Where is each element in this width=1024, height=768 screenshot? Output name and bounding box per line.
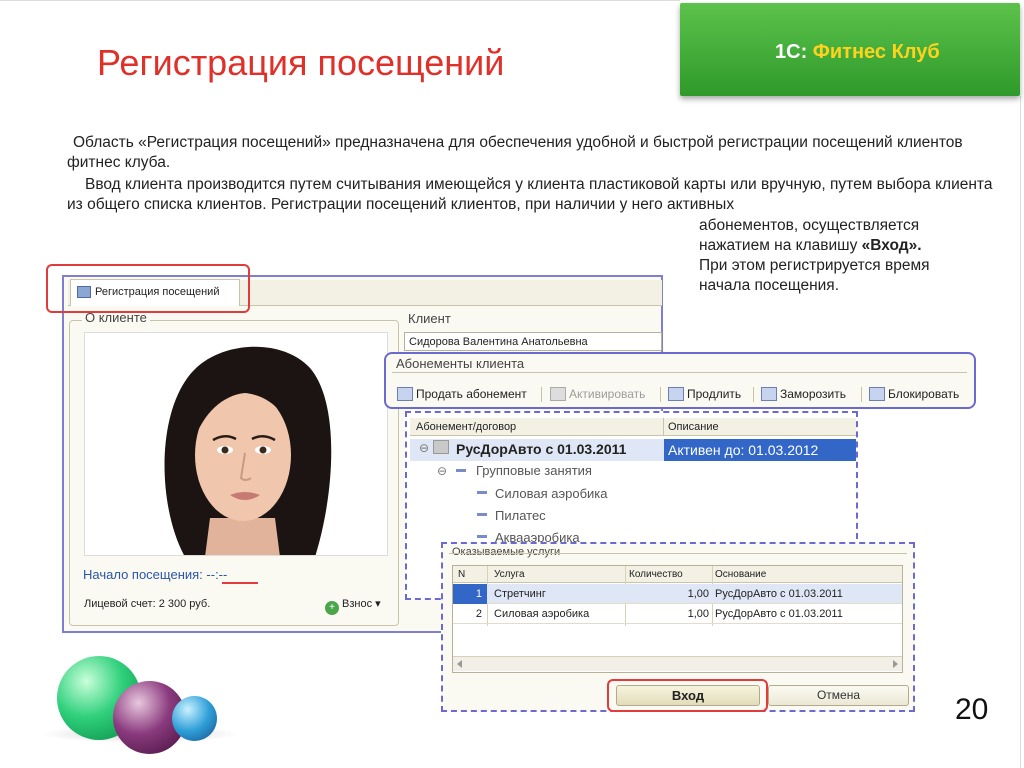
subscriptions-divider — [392, 372, 967, 373]
vznos-button[interactable]: + Взнос ▾ — [325, 597, 381, 615]
dash-icon — [477, 491, 487, 494]
slide-title: Регистрация посещений — [97, 42, 505, 83]
column-n: N — [458, 569, 466, 580]
dash-icon — [456, 469, 466, 472]
dash-icon — [477, 535, 487, 538]
brand-banner: 1С: Фитнес Клуб — [680, 3, 1020, 96]
toolbar-separator — [753, 387, 754, 402]
activate-button[interactable]: Активировать — [550, 386, 645, 404]
cancel-button[interactable]: Отмена — [768, 685, 909, 706]
freeze-icon — [761, 387, 777, 401]
tab-highlight — [46, 264, 250, 313]
activate-icon — [550, 387, 566, 401]
tree-item[interactable]: Силовая аэробика — [495, 486, 608, 501]
scroll-left-icon[interactable] — [457, 660, 462, 668]
table-row[interactable]: 1 Стретчинг 1,00 РусДорАвто с 01.03.2011 — [453, 584, 902, 604]
visit-start-highlight — [222, 582, 258, 584]
tree-header: Абонемент/договор Описание — [410, 418, 856, 436]
scroll-right-icon[interactable] — [893, 660, 898, 668]
collapse-icon[interactable]: ⊖ — [437, 464, 447, 478]
services-divider — [449, 553, 907, 554]
block-button[interactable]: Блокировать — [869, 386, 959, 404]
extend-icon — [668, 387, 684, 401]
client-label: Клиент — [408, 311, 451, 326]
right-rule — [1020, 96, 1021, 768]
collapse-icon[interactable]: ⊖ — [419, 441, 429, 455]
client-field[interactable]: Сидорова Валентина Анатольевна — [404, 332, 662, 351]
subscriptions-label: Абонементы клиента — [396, 356, 525, 371]
visit-start-value: --:-- — [206, 567, 228, 582]
table-row[interactable]: 2 Силовая аэробика 1,00 РусДорАвто с 01.… — [453, 604, 902, 624]
document-icon — [433, 440, 449, 454]
horizontal-scrollbar[interactable] — [453, 656, 902, 671]
extend-button[interactable]: Продлить — [668, 386, 741, 404]
block-icon — [869, 387, 885, 401]
freeze-button[interactable]: Заморозить — [761, 386, 846, 404]
toolbar-separator — [541, 387, 542, 402]
column-quantity: Количество — [629, 569, 683, 580]
sell-subscription-button[interactable]: Продать абонемент — [397, 386, 527, 404]
column-subscription: Абонемент/договор — [416, 421, 517, 433]
top-rule — [0, 0, 680, 1]
page-number: 20 — [955, 693, 989, 726]
column-description: Описание — [668, 421, 719, 433]
column-service: Услуга — [494, 569, 525, 580]
paragraph-intro: Область «Регистрация посещений» предназн… — [67, 134, 963, 171]
sell-icon — [397, 387, 413, 401]
services-label: Оказываемые услуги — [452, 546, 561, 558]
enter-button-highlight — [607, 679, 768, 712]
blue-fitball — [172, 696, 217, 741]
brand-text: 1С: Фитнес Клуб — [775, 41, 940, 63]
subscription-status: Активен до: 01.03.2012 — [664, 439, 856, 461]
account-balance: Лицевой счет: 2 300 руб. — [84, 598, 211, 610]
dash-icon — [477, 513, 487, 516]
visit-start: Начало посещения: --:-- — [83, 567, 228, 582]
paragraph-enter: абонементов, осуществляется нажатием на … — [699, 217, 930, 294]
plus-icon: + — [325, 601, 339, 615]
toolbar-separator — [861, 387, 862, 402]
toolbar-separator — [660, 387, 661, 402]
paragraph-input: Ввод клиента производится путем считыван… — [67, 176, 993, 213]
client-photo — [84, 332, 388, 556]
services-table-header: N Услуга Количество Основание — [453, 566, 902, 583]
tree-root[interactable]: РусДорАвто с 01.03.2011 — [456, 441, 626, 457]
column-basis: Основание — [715, 569, 767, 580]
tree-group[interactable]: Групповые занятия — [476, 463, 592, 478]
tree-item[interactable]: Пилатес — [495, 508, 546, 523]
enter-key-name: «Вход». — [861, 237, 922, 254]
